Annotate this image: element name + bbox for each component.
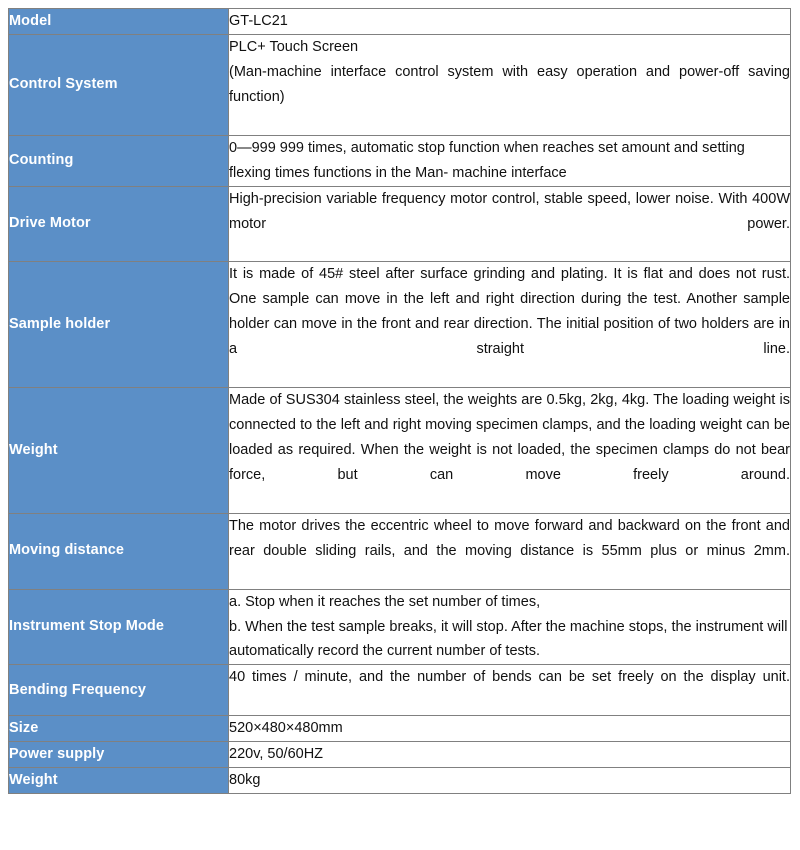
spec-value-cell: a. Stop when it reaches the set number o… [228, 588, 791, 666]
specification-table: Model GT-LC21 Control System PLC+ Touch Scr… [8, 8, 791, 795]
spec-value-line: a. Stop when it reaches the set number o… [229, 593, 541, 610]
specification-sheet: Model GT-LC21 Control System PLC+ Touch Scr… [0, 0, 800, 850]
table-row: Model GT-LC21 [8, 8, 791, 35]
spec-value-cell: 40 times / minute, and the number of ben… [228, 664, 791, 717]
spec-value-line: High-precision variable frequency motor … [229, 190, 790, 232]
spec-value-cell: 220v, 50/60HZ [228, 741, 791, 769]
spec-value-cell: PLC+ Touch Screen (Man-machine interface … [228, 33, 791, 136]
spec-label-cell: Counting [8, 134, 229, 187]
spec-value-cell: The motor drives the eccentric wheel to … [228, 512, 791, 590]
table-row: Weight Made of SUS304 stainless steel, th… [8, 387, 791, 514]
spec-value-line: Made of SUS304 stainless steel, the weig… [229, 392, 790, 483]
spec-label-cell: Moving distance [8, 512, 229, 590]
spec-label-cell: Model [8, 8, 229, 35]
spec-value-line: It is made of 45# steel after surface gr… [229, 266, 790, 358]
spec-value-line: 520×480×480mm [229, 720, 343, 737]
spec-value-cell: GT-LC21 [228, 8, 791, 35]
table-row: Instrument Stop Mode a. Stop when it reac… [8, 588, 791, 666]
spec-value-cell: 520×480×480mm [228, 715, 791, 743]
table-row: Bending Frequency 40 times / minute, and … [8, 664, 791, 717]
spec-value-line: 220v, 50/60HZ [229, 746, 324, 763]
table-row: Sample holder It is made of 45# steel aft… [8, 261, 791, 389]
spec-value-cell: 80kg [228, 767, 791, 795]
spec-value-line: (Man-machine interface control system wi… [229, 63, 790, 105]
spec-label-cell: Weight [8, 387, 229, 514]
spec-label-cell: Control System [8, 33, 229, 136]
spec-label-cell: Power supply [8, 741, 229, 769]
spec-label-cell: Drive Motor [8, 185, 229, 263]
spec-label-cell: Bending Frequency [8, 664, 229, 717]
spec-value-cell: High-precision variable frequency motor … [228, 185, 791, 263]
spec-value-line: PLC+ Touch Screen [229, 38, 359, 55]
table-row: Weight 80kg [8, 767, 791, 795]
table-row: Counting 0—999 999 times, automatic stop … [8, 134, 791, 187]
spec-value-line: 40 times / minute, and the number of ben… [229, 669, 790, 686]
spec-value-line: The motor drives the eccentric wheel to … [229, 517, 790, 559]
table-row: Size 520×480×480mm [8, 715, 791, 743]
spec-label-cell: Size [8, 715, 229, 743]
table-row: Power supply 220v, 50/60HZ [8, 741, 791, 769]
table-row: Control System PLC+ Touch Screen (Man-mach… [8, 33, 791, 136]
spec-value-cell: 0—999 999 times, automatic stop function… [228, 134, 791, 187]
spec-value-cell: Made of SUS304 stainless steel, the weig… [228, 387, 791, 514]
spec-label-cell: Weight [8, 767, 229, 795]
spec-value-line: GT-LC21 [229, 13, 288, 29]
spec-label-cell: Sample holder [8, 261, 229, 389]
spec-value-cell: It is made of 45# steel after surface gr… [228, 261, 791, 389]
specification-table-body: Model GT-LC21 Control System PLC+ Touch Scr… [8, 8, 791, 795]
table-row: Drive Motor High-precision variable frequ… [8, 185, 791, 263]
spec-value-line: 0—999 999 times, automatic stop function… [229, 139, 745, 181]
spec-label-cell: Instrument Stop Mode [8, 588, 229, 666]
table-row: Moving distance The motor drives the ecce… [8, 512, 791, 590]
spec-value-line: b. When the test sample breaks, it will … [229, 618, 788, 660]
spec-value-line: 80kg [229, 772, 261, 789]
